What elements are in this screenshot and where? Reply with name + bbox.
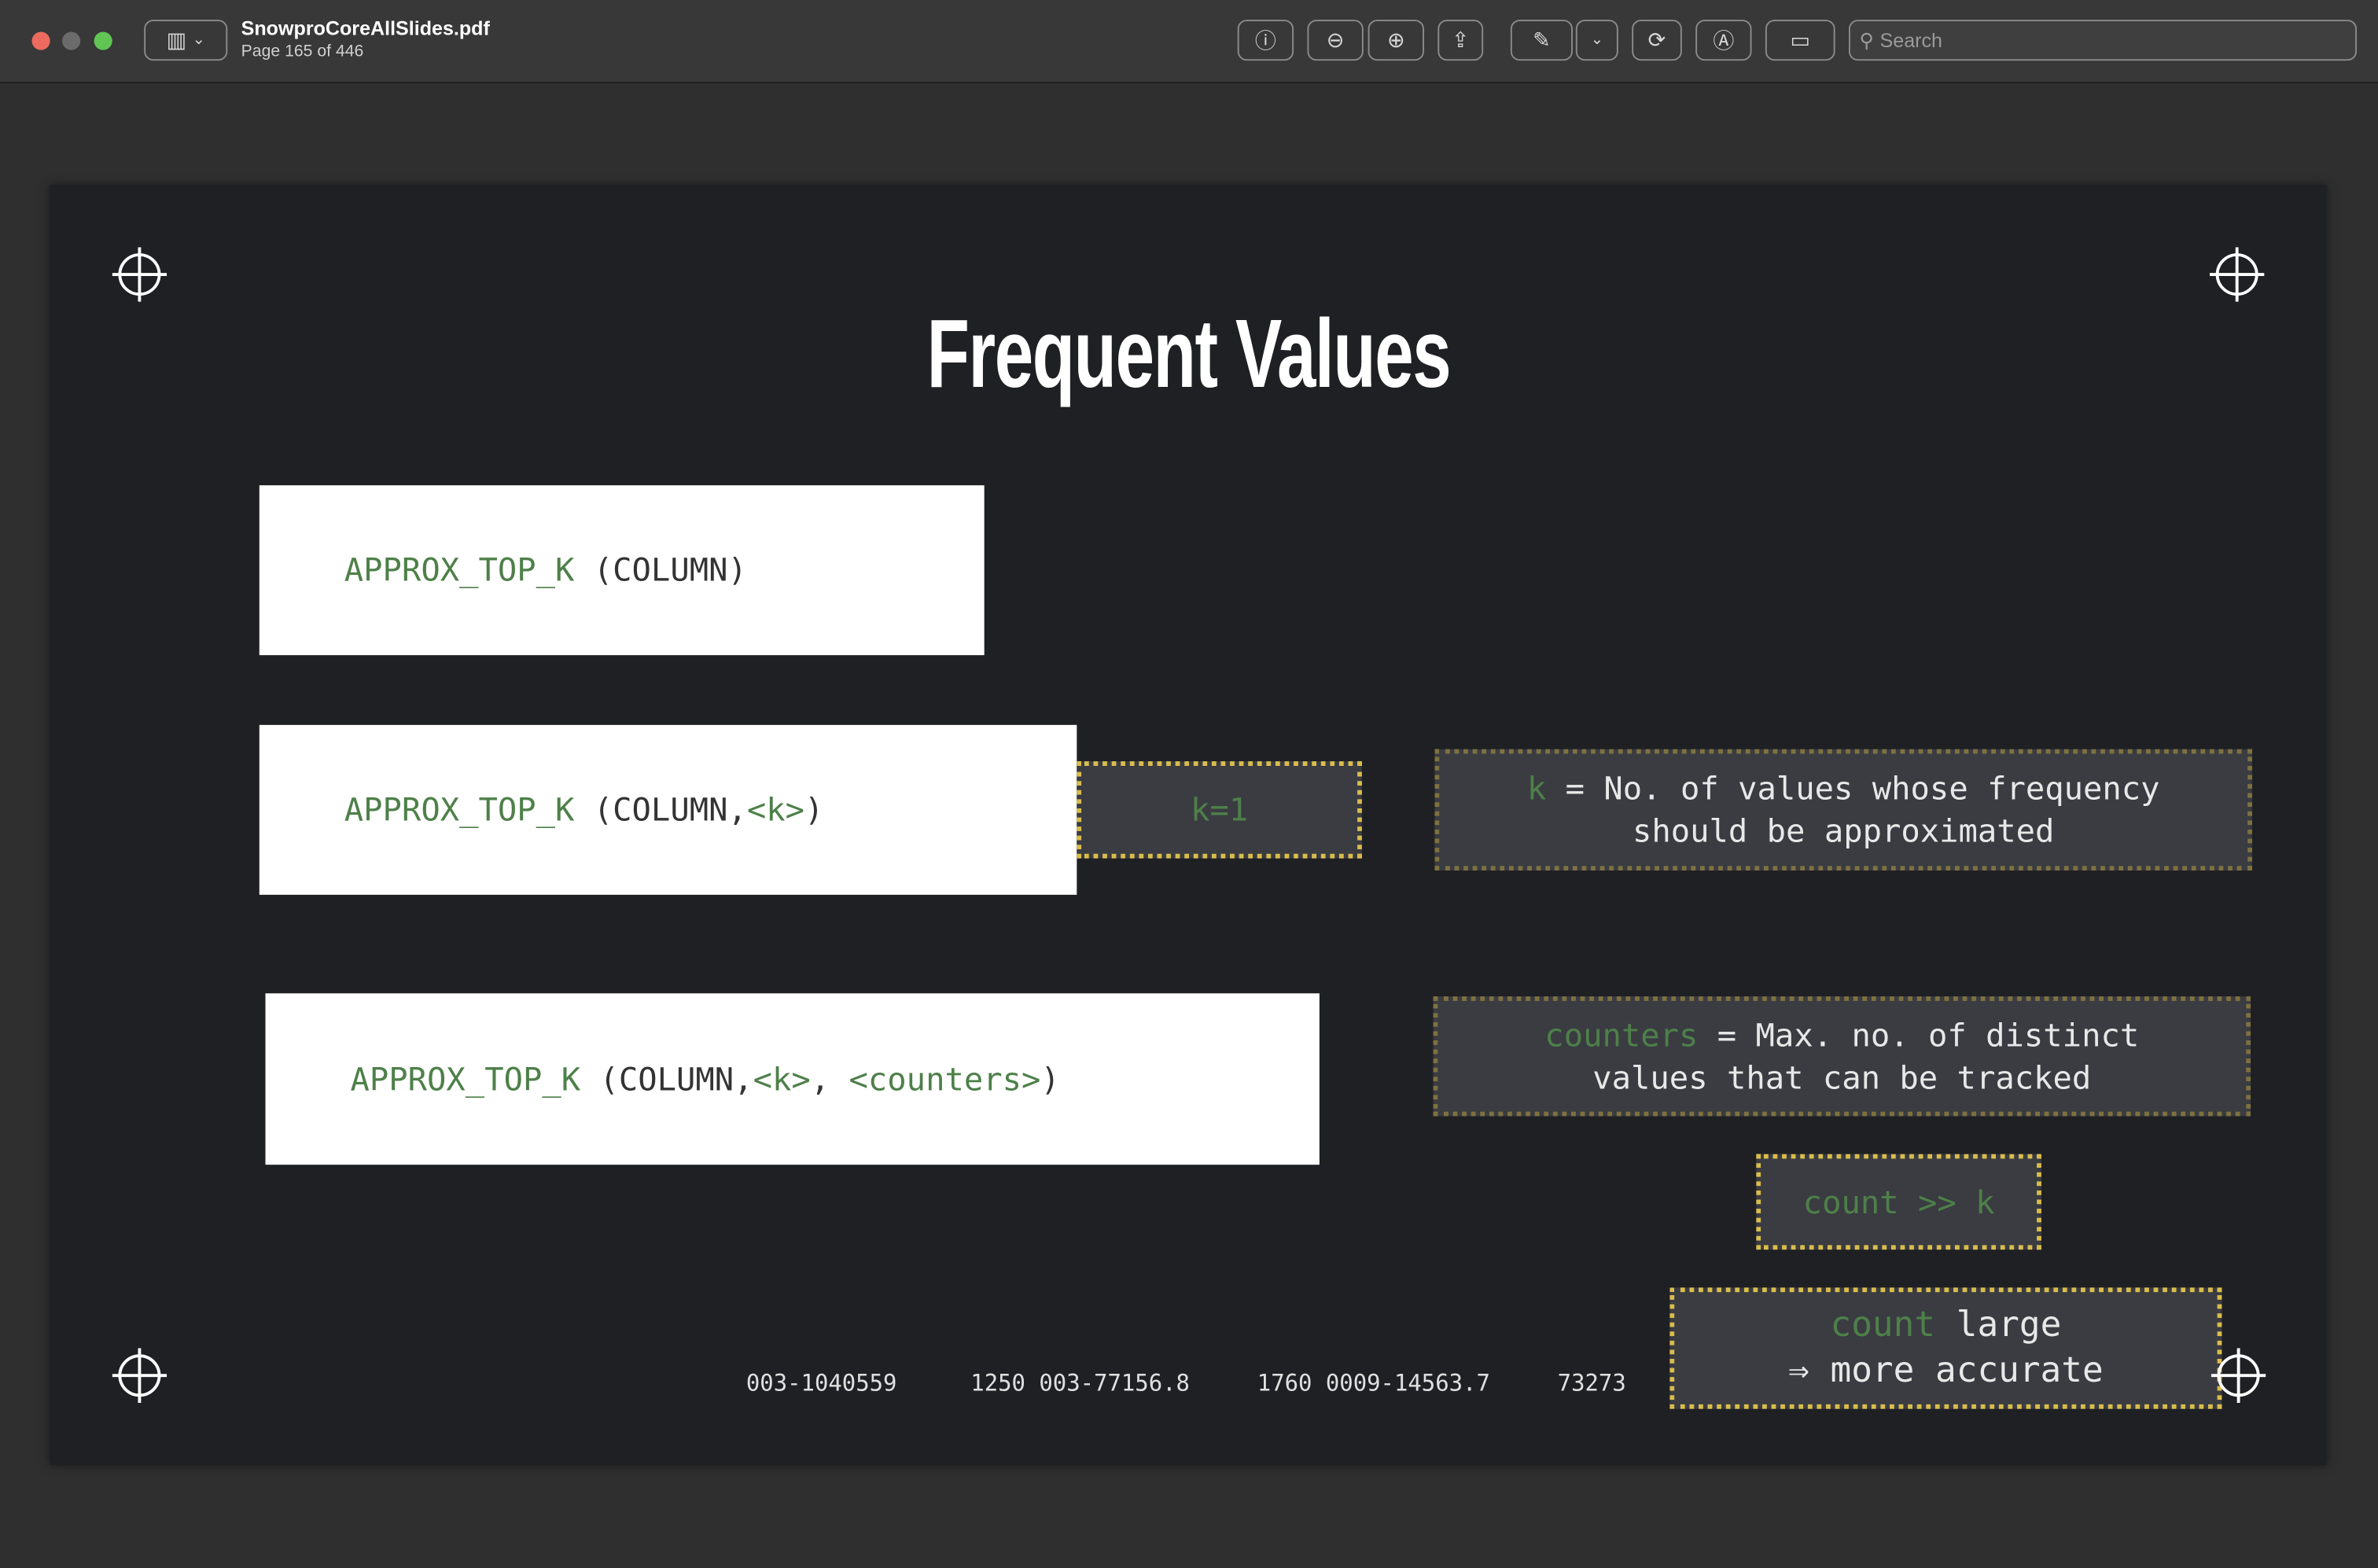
footer-number: 73273	[1557, 1369, 1626, 1397]
close-window-button[interactable]	[31, 31, 50, 50]
k-param: <k>	[753, 1061, 811, 1098]
count-large-line1: large	[1935, 1305, 2062, 1345]
k-example: k=1	[1191, 791, 1249, 829]
sidebar-icon: ▥	[166, 27, 187, 52]
code-box-basic: APPROX_TOP_K (COLUMN)	[259, 485, 985, 656]
k-param: <k>	[746, 791, 805, 829]
counters-term: counters	[1544, 1017, 1699, 1054]
zoom-window-button[interactable]	[94, 31, 112, 50]
separator: ,	[810, 1061, 849, 1098]
crosshair-icon	[2211, 1348, 2266, 1403]
footer-number: 003-1040559	[745, 1369, 897, 1397]
search-input[interactable]: ⚲ Search	[1848, 20, 2358, 61]
share-icon: ⇪	[1451, 27, 1470, 52]
function-name: APPROX_TOP_K	[344, 791, 575, 829]
highlight-pen-icon: ✎	[1533, 27, 1551, 52]
markup-icon: Ⓐ	[1713, 28, 1735, 53]
code-box-with-k: APPROX_TOP_K (COLUMN, <k>)	[259, 724, 1077, 895]
rotate-button[interactable]: ⟳	[1632, 20, 1682, 61]
highlight-button[interactable]: ✎	[1510, 20, 1573, 61]
document-title: SnowproCoreAllSlides.pdf	[241, 17, 490, 40]
counters-definition-line2: values that can be tracked	[1592, 1059, 2092, 1096]
chevron-down-icon: ⌄	[192, 31, 205, 49]
chevron-down-icon: ⌄	[1590, 31, 1603, 49]
function-args: (COLUMN,	[580, 1061, 753, 1098]
k-example-box: k=1	[1077, 761, 1362, 859]
function-args: (COLUMN)	[574, 552, 747, 589]
function-name: APPROX_TOP_K	[344, 552, 575, 589]
share-button[interactable]: ⇪	[1437, 20, 1484, 61]
k-definition-line2: should be approximated	[1632, 812, 2055, 850]
function-name: APPROX_TOP_K	[350, 1061, 581, 1098]
zoom-out-icon: ⊖	[1326, 27, 1345, 52]
counters-definition-line1: = Max. no. of distinct	[1698, 1017, 2140, 1054]
crosshair-icon	[112, 1348, 167, 1403]
count-vs-k-box: count >> k	[1756, 1154, 2041, 1250]
close-paren: )	[804, 791, 824, 829]
rotate-icon: ⟳	[1647, 27, 1666, 52]
markup-button[interactable]: Ⓐ	[1695, 20, 1752, 61]
info-button[interactable]: ⓘ	[1237, 20, 1294, 61]
title-bar: ▥ ⌄ SnowproCoreAllSlides.pdf Page 165 of…	[0, 0, 2378, 84]
search-placeholder: Search	[1879, 28, 1943, 52]
k-term: k	[1526, 770, 1547, 808]
page-indicator: Page 165 of 446	[241, 42, 364, 61]
footer-number: 1250 003-77156.8	[970, 1369, 1190, 1397]
sidebar-toggle-button[interactable]: ▥ ⌄	[144, 20, 228, 61]
zoom-in-button[interactable]: ⊕	[1368, 20, 1424, 61]
counters-param: <counters>	[848, 1061, 1041, 1098]
pdf-viewer-window: ▥ ⌄ SnowproCoreAllSlides.pdf Page 165 of…	[0, 0, 2378, 1568]
form-fill-icon: ▭	[1790, 27, 1810, 52]
zoom-out-button[interactable]: ⊖	[1307, 20, 1364, 61]
zoom-in-icon: ⊕	[1386, 27, 1405, 52]
close-paren: )	[1040, 1061, 1060, 1098]
form-fill-button[interactable]: ▭	[1765, 20, 1835, 61]
footer-number: 1760 0009-14563.7	[1257, 1369, 1490, 1397]
count-large-box: count large ⇒ more accurate	[1669, 1287, 2222, 1409]
highlight-options-button[interactable]: ⌄	[1575, 20, 1618, 61]
crosshair-icon	[112, 247, 167, 302]
counters-definition-box: counters = Max. no. of distinct values t…	[1433, 996, 2251, 1117]
count-term: count	[1830, 1305, 1936, 1345]
k-definition-line1: = No. of values whose frequency	[1546, 770, 2160, 808]
function-args: (COLUMN,	[574, 791, 747, 829]
count-large-line2: ⇒ more accurate	[1788, 1351, 2104, 1391]
search-icon: ⚲	[1859, 28, 1874, 51]
minimize-window-button[interactable]	[62, 31, 81, 50]
slide-title: Frequent Values	[926, 298, 1452, 408]
count-vs-k: count >> k	[1802, 1183, 1995, 1220]
k-definition-box: k = No. of values whose frequency should…	[1434, 749, 2252, 871]
crosshair-icon	[2209, 247, 2265, 302]
code-box-with-counters: APPROX_TOP_K (COLUMN, <k>, <counters>)	[265, 993, 1320, 1165]
info-icon: ⓘ	[1254, 28, 1276, 53]
